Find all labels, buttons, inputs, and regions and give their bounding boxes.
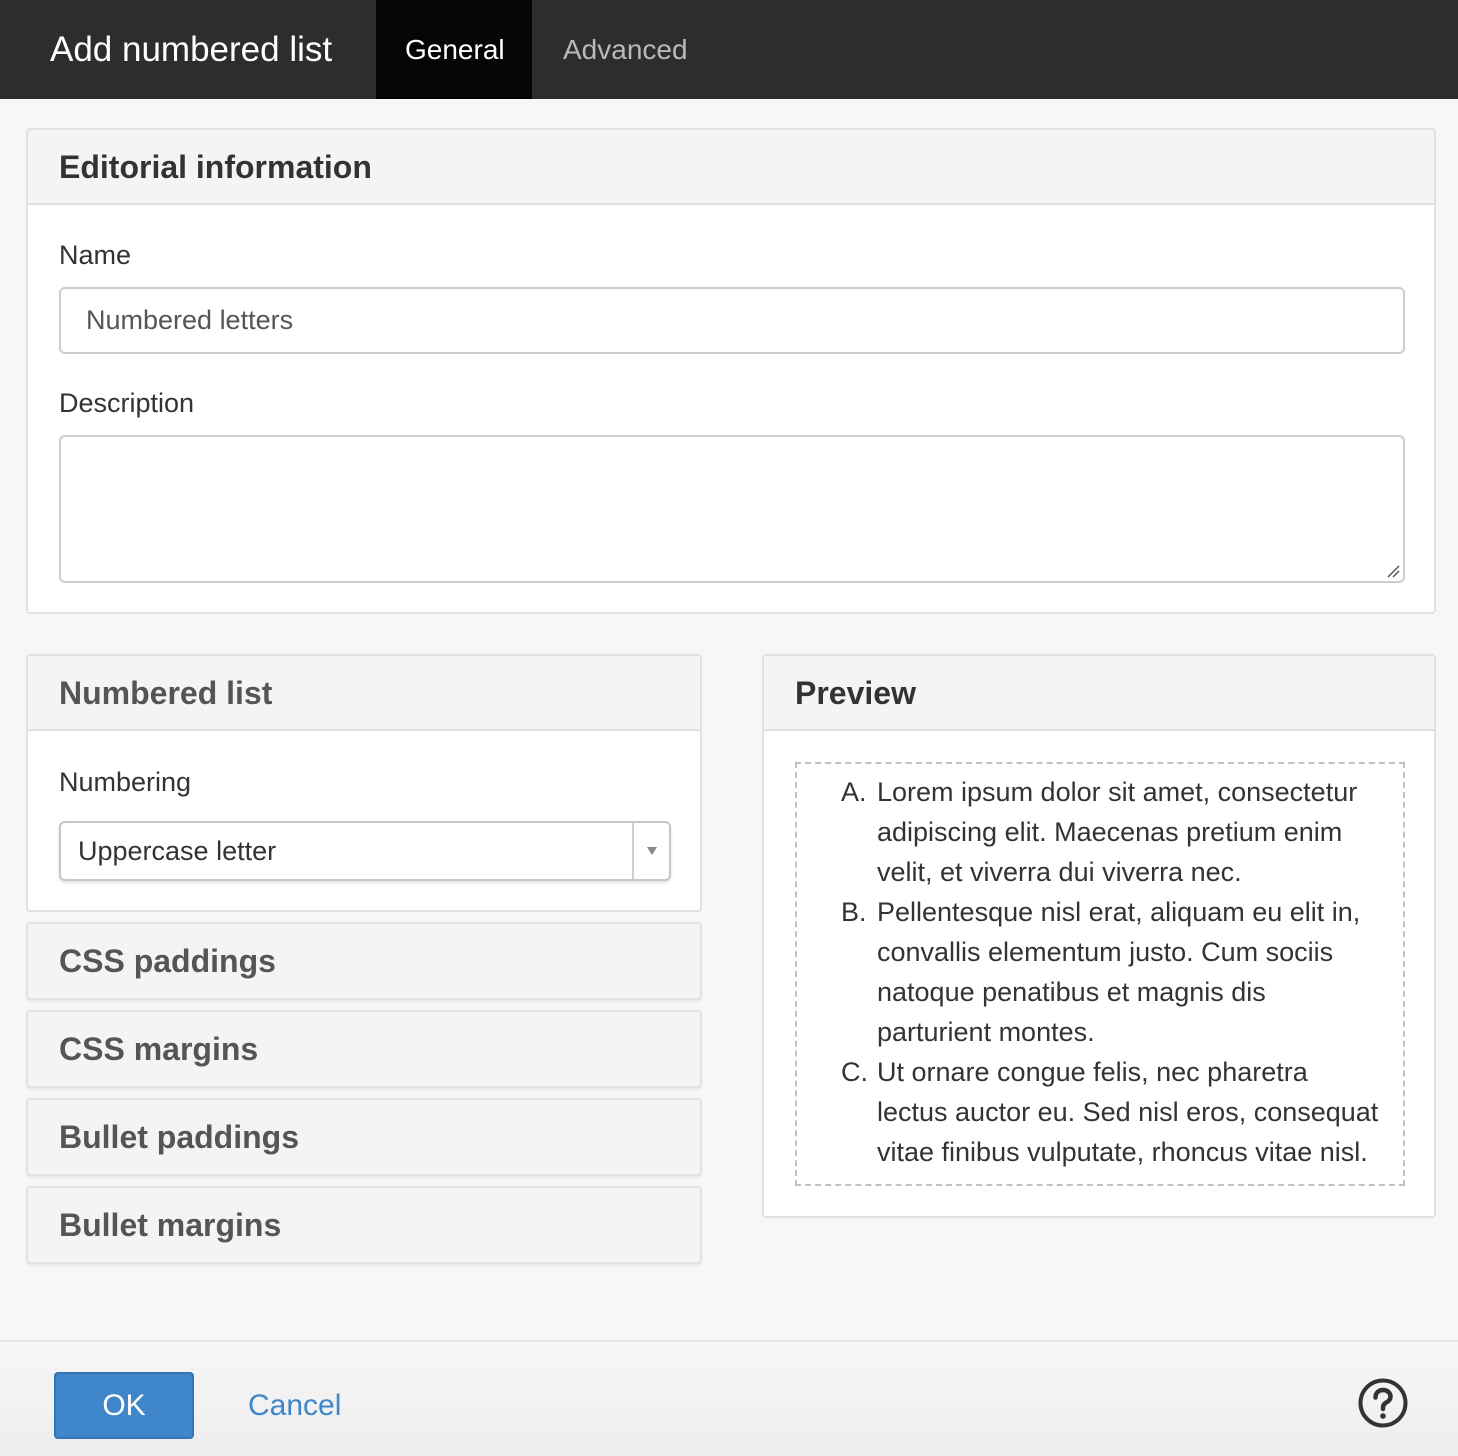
numbering-label: Numbering bbox=[59, 767, 192, 797]
list-item-line: Ut ornare congue felis, nec pharetra bbox=[877, 1057, 1308, 1087]
list-item-line: Lorem ipsum dolor sit amet, consectetur bbox=[877, 777, 1358, 807]
list-marker: A. bbox=[841, 777, 867, 807]
dialog-footer: OK Cancel bbox=[0, 1340, 1458, 1456]
list-marker: C. bbox=[841, 1057, 868, 1087]
numbering-select[interactable]: Uppercase letter bbox=[59, 821, 671, 881]
list-item-line: parturient montes. bbox=[877, 1017, 1095, 1047]
description-label: Description bbox=[59, 388, 195, 418]
section-bullet-paddings[interactable]: Bullet paddings bbox=[26, 1098, 702, 1176]
list-item: A. Lorem ipsum dolor sit amet, consectet… bbox=[797, 772, 1403, 892]
section-css-margins[interactable]: CSS margins bbox=[26, 1010, 702, 1088]
preview-box: A. Lorem ipsum dolor sit amet, consectet… bbox=[795, 762, 1405, 1186]
name-label: Name bbox=[59, 240, 132, 270]
name-input[interactable] bbox=[59, 287, 1405, 354]
list-marker: B. bbox=[841, 897, 867, 927]
preview-panel: Preview A. Lorem ipsum dolor sit amet, c… bbox=[762, 654, 1436, 1218]
list-item-line: lectus auctor eu. Sed nisl eros, consequ… bbox=[877, 1097, 1379, 1127]
tab-general[interactable]: General bbox=[376, 0, 532, 99]
tab-advanced[interactable]: Advanced bbox=[532, 0, 717, 99]
select-divider bbox=[632, 823, 634, 879]
list-item-line: natoque penatibus et magnis dis bbox=[877, 977, 1266, 1007]
list-item-line: convallis elementum justo. Cum sociis bbox=[877, 937, 1334, 967]
list-item-line: vitae finibus vulputate, rhoncus vitae n… bbox=[877, 1137, 1368, 1167]
chevron-down-icon bbox=[647, 847, 657, 855]
editorial-panel: Editorial information Name Description bbox=[26, 128, 1436, 614]
dialog-title: Add numbered list bbox=[50, 30, 333, 69]
dialog-header: Add numbered list General Advanced bbox=[0, 0, 1458, 99]
resize-grip-icon[interactable] bbox=[1386, 564, 1400, 578]
preview-heading: Preview bbox=[764, 656, 1434, 731]
list-item-line: velit, et viverra dui viverra nec. bbox=[877, 857, 1242, 887]
description-textarea[interactable] bbox=[59, 435, 1405, 583]
numbered-list-heading[interactable]: Numbered list bbox=[28, 656, 700, 731]
numbered-list-panel: Numbered list Numbering Uppercase letter bbox=[26, 654, 702, 912]
section-bullet-margins[interactable]: Bullet margins bbox=[26, 1186, 702, 1264]
cancel-link[interactable]: Cancel bbox=[248, 1372, 341, 1439]
section-css-paddings[interactable]: CSS paddings bbox=[26, 922, 702, 1000]
preview-list: A. Lorem ipsum dolor sit amet, consectet… bbox=[797, 772, 1403, 1172]
numbering-selected-value: Uppercase letter bbox=[78, 836, 277, 866]
list-item: B. Pellentesque nisl erat, aliquam eu el… bbox=[797, 892, 1403, 1052]
question-circle-icon[interactable] bbox=[1357, 1377, 1409, 1429]
list-item-line: adipiscing elit. Maecenas pretium enim bbox=[877, 817, 1343, 847]
editorial-heading: Editorial information bbox=[28, 130, 1434, 205]
list-item: C. Ut ornare congue felis, nec pharetra … bbox=[797, 1052, 1403, 1172]
ok-button[interactable]: OK bbox=[54, 1372, 194, 1439]
list-item-line: Pellentesque nisl erat, aliquam eu elit … bbox=[877, 897, 1361, 927]
